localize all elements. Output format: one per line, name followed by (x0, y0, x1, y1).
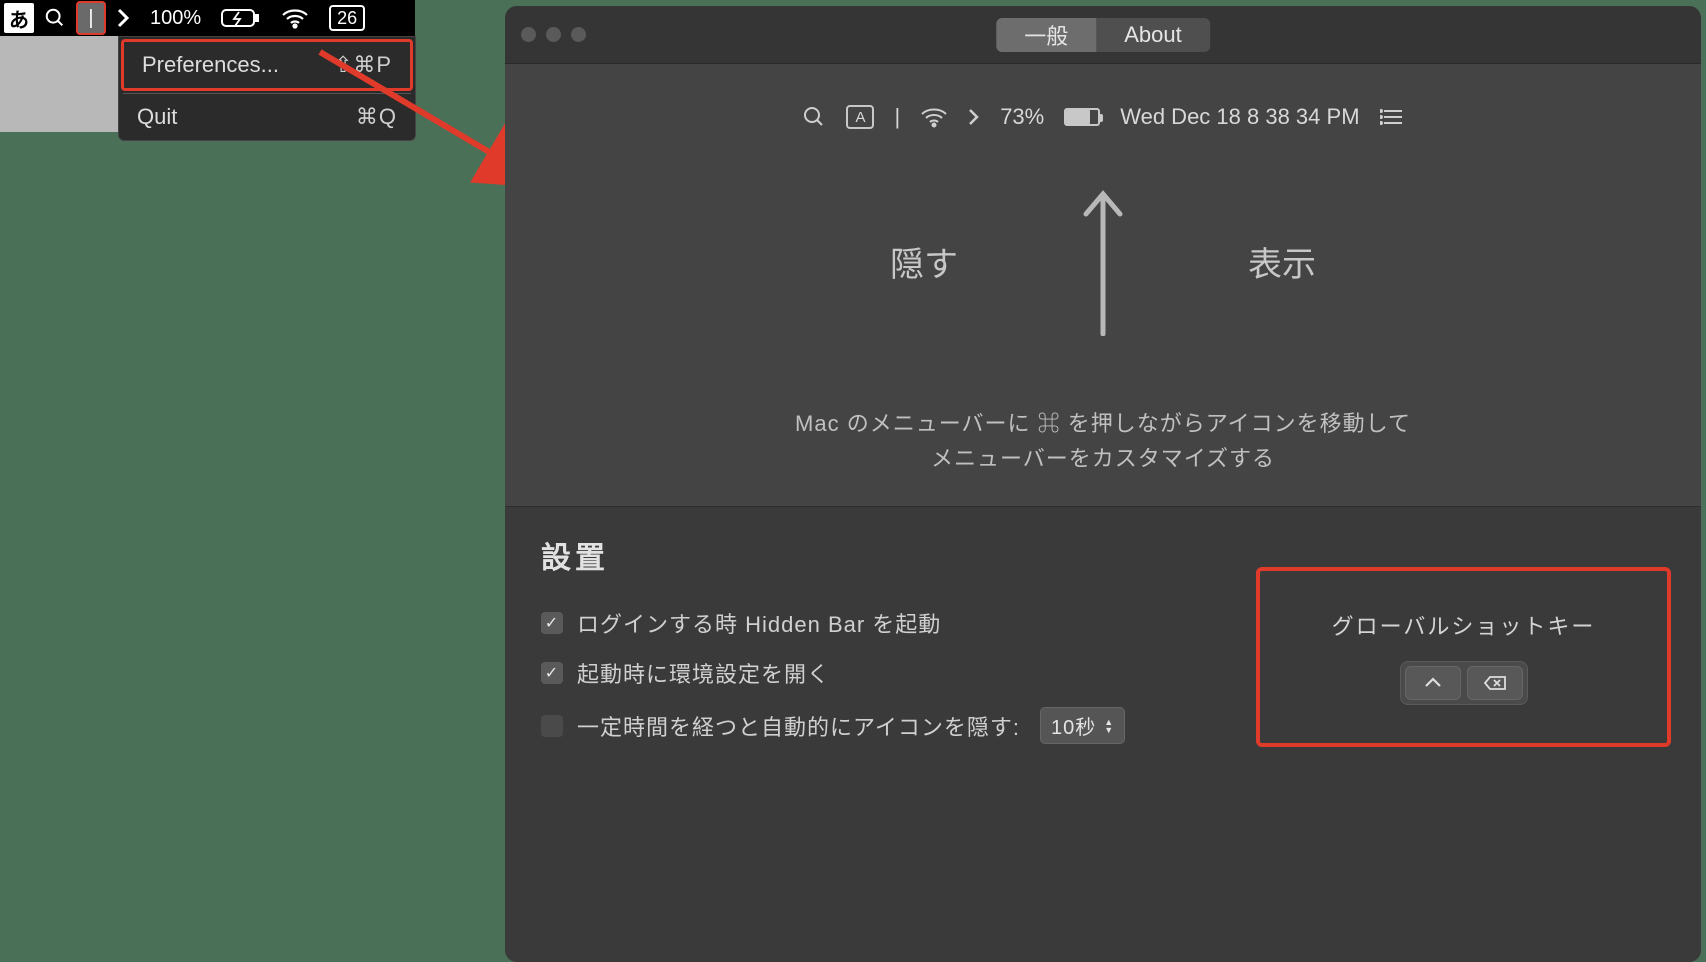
chevron-right-icon[interactable] (106, 0, 140, 36)
checkbox-label: 一定時間を経つと自動的にアイコンを隠す: (577, 710, 1020, 742)
settings-section: 設置 ✓ ログインする時 Hidden Bar を起動 ✓ 起動時に環境設定を開… (505, 507, 1701, 962)
menu-item-quit[interactable]: Quit ⌘Q (119, 94, 415, 140)
window-fragment (0, 36, 118, 132)
preview-menubar-row: A | 73% Wed Dec 18 8 38 34 PM (545, 104, 1661, 130)
minimize-icon[interactable] (546, 27, 561, 42)
select-value: 10秒 (1051, 711, 1096, 740)
list-icon (1380, 108, 1404, 126)
datetime-text: Wed Dec 18 8 38 34 PM (1120, 104, 1359, 130)
menubar-preview: A | 73% Wed Dec 18 8 38 34 PM 隠す 表示 Mac … (505, 64, 1701, 507)
battery-percent: 100% (140, 0, 211, 36)
checkbox-icon[interactable]: ✓ (541, 612, 563, 634)
up-arrow-icon (1078, 186, 1128, 336)
checkbox-icon[interactable] (541, 715, 563, 737)
battery-charging-icon (211, 0, 271, 36)
battery-percent: 73% (1000, 104, 1044, 130)
menu-item-preferences[interactable]: Preferences... ⇧⌘P (121, 39, 413, 91)
separator-icon: | (894, 104, 900, 130)
traffic-lights[interactable] (521, 27, 586, 42)
menu-shortcut: ⌘Q (356, 104, 397, 130)
ime-indicator[interactable]: あ (4, 3, 34, 33)
zoom-icon[interactable] (571, 27, 586, 42)
search-icon (802, 105, 826, 129)
hidden-bar-separator-icon[interactable]: | (76, 1, 106, 35)
window-titlebar: 一般 About (505, 6, 1701, 64)
auto-hide-duration-select[interactable]: 10秒 ▲▼ (1040, 707, 1125, 744)
tab-switcher: 一般 About (996, 18, 1210, 52)
checkbox-label: ログインする時 Hidden Bar を起動 (577, 607, 941, 639)
global-shortcut-panel: グローバルショットキー (1256, 567, 1671, 747)
shortcut-recorder (1400, 661, 1528, 705)
spotlight-icon[interactable] (34, 0, 76, 36)
hide-label: 隠す (890, 237, 958, 286)
menu-label: Quit (137, 104, 177, 130)
checkbox-label: 起動時に環境設定を開く (577, 657, 830, 689)
wifi-icon (920, 106, 948, 128)
stepper-arrows-icon: ▲▼ (1104, 718, 1114, 734)
close-icon[interactable] (521, 27, 536, 42)
tab-general[interactable]: 一般 (996, 18, 1096, 52)
menu-label: Preferences... (142, 52, 279, 78)
shortcut-title: グローバルショットキー (1332, 609, 1596, 641)
wifi-icon[interactable] (271, 0, 319, 36)
record-shortcut-button[interactable] (1405, 666, 1461, 700)
ime-box: A (846, 105, 874, 129)
menubar-dropdown: Preferences... ⇧⌘P Quit ⌘Q (118, 36, 416, 141)
help-text: Mac のメニューバーに ⌘ を押しながらアイコンを移動して メニューバーをカス… (545, 406, 1661, 476)
chevron-right-icon (968, 108, 980, 126)
preferences-window: 一般 About A | 73% Wed Dec 18 8 38 34 PM (505, 6, 1701, 962)
checkbox-icon[interactable]: ✓ (541, 662, 563, 684)
date-badge[interactable]: 26 (319, 0, 375, 36)
battery-icon (1064, 108, 1100, 126)
hide-show-labels: 隠す 表示 (545, 186, 1661, 336)
menu-shortcut: ⇧⌘P (334, 52, 392, 78)
clear-shortcut-button[interactable] (1467, 666, 1523, 700)
tab-about[interactable]: About (1096, 18, 1210, 52)
system-menubar: あ | 100% 26 (0, 0, 415, 36)
show-label: 表示 (1248, 237, 1316, 286)
